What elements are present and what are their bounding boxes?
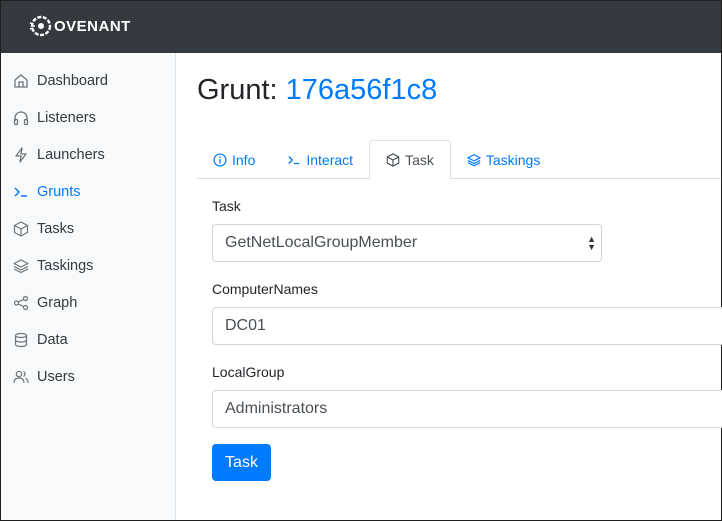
tab-info[interactable]: Info <box>197 140 271 179</box>
grunt-id: 176a56f1c8 <box>285 74 438 106</box>
sidebar-item-tasks[interactable]: Tasks <box>1 210 175 247</box>
logo-text: OVENANT <box>54 17 131 35</box>
local-group-input[interactable]: Administrators <box>212 390 722 428</box>
tab-taskings[interactable]: Taskings <box>451 140 556 179</box>
computer-names-label: ComputerNames <box>212 281 318 297</box>
task-select[interactable]: GetNetLocalGroupMember ▲ ▼ <box>212 224 602 262</box>
box-icon <box>386 153 400 167</box>
box-icon <box>12 220 30 238</box>
sidebar-item-graph[interactable]: Graph <box>1 284 175 321</box>
tab-label: Info <box>232 151 256 168</box>
layers-icon <box>467 153 481 167</box>
lightning-icon <box>12 146 30 164</box>
top-navbar: OVENANT <box>1 1 721 53</box>
sidebar-item-label: Listeners <box>37 109 96 126</box>
computer-names-input[interactable]: DC01 <box>212 307 722 345</box>
page-title-prefix: Grunt: <box>197 74 278 106</box>
sidebar-item-users[interactable]: Users <box>1 358 175 395</box>
terminal-icon <box>12 183 30 201</box>
grunt-tabs: Info Interact Task Taskings <box>197 140 721 180</box>
sidebar-item-label: Taskings <box>37 257 94 274</box>
tab-interact[interactable]: Interact <box>271 140 369 179</box>
layers-icon <box>12 257 30 275</box>
page-title: Grunt: 176a56f1c8 <box>197 74 437 107</box>
covenant-logo-icon <box>29 15 52 37</box>
share-icon <box>12 294 30 312</box>
task-select-value: GetNetLocalGroupMember <box>225 234 418 251</box>
task-submit-button[interactable]: Task <box>212 444 271 481</box>
sidebar-item-listeners[interactable]: Listeners <box>1 99 175 136</box>
main-content: Grunt: 176a56f1c8 Info Interact Task Tas… <box>177 53 722 520</box>
home-icon <box>12 72 30 90</box>
sidebar-item-label: Launchers <box>37 146 105 163</box>
sidebar-item-grunts[interactable]: Grunts <box>1 173 175 210</box>
computer-names-value: DC01 <box>225 317 266 334</box>
tab-label: Task <box>405 152 434 168</box>
users-icon <box>12 368 30 386</box>
select-arrows-icon: ▲ ▼ <box>587 234 596 252</box>
sidebar-item-taskings[interactable]: Taskings <box>1 247 175 284</box>
sidebar-item-label: Dashboard <box>37 72 108 89</box>
sidebar-item-data[interactable]: Data <box>1 321 175 358</box>
sidebar-item-label: Data <box>37 331 68 348</box>
sidebar: Dashboard Listeners Launchers Grunts Tas… <box>1 53 176 520</box>
task-label: Task <box>212 198 241 214</box>
sidebar-item-label: Users <box>37 368 75 385</box>
tab-label: Interact <box>306 151 354 168</box>
sidebar-item-dashboard[interactable]: Dashboard <box>1 62 175 99</box>
headphones-icon <box>12 109 30 127</box>
local-group-value: Administrators <box>225 400 328 417</box>
terminal-icon <box>287 153 301 167</box>
info-icon <box>213 152 227 167</box>
sidebar-item-launchers[interactable]: Launchers <box>1 136 175 173</box>
covenant-logo[interactable]: OVENANT <box>29 11 131 41</box>
tab-label: Taskings <box>485 151 541 168</box>
database-icon <box>12 331 30 349</box>
sidebar-item-label: Grunts <box>37 183 81 200</box>
tab-task[interactable]: Task <box>369 140 451 180</box>
sidebar-item-label: Tasks <box>37 220 75 237</box>
sidebar-item-label: Graph <box>37 294 78 311</box>
local-group-label: LocalGroup <box>212 364 285 380</box>
